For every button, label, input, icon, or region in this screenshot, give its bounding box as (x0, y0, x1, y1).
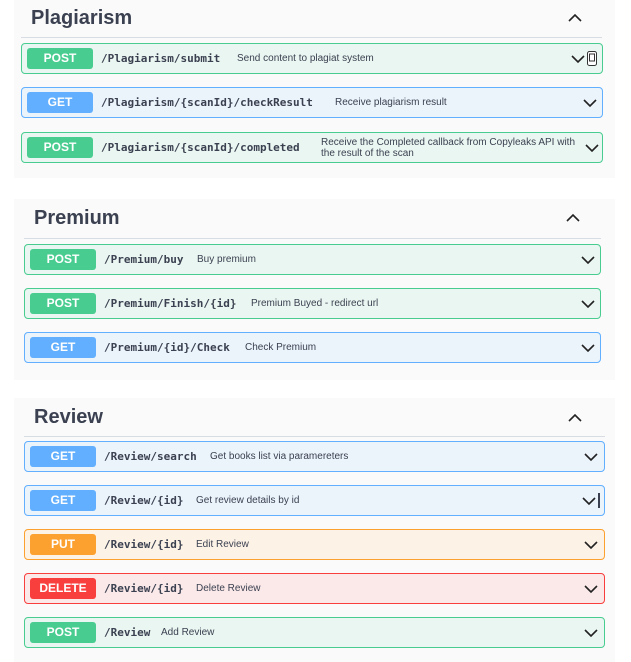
chevron-up-icon[interactable] (565, 213, 581, 223)
operation-row[interactable]: POST /Review Add Review (24, 617, 605, 648)
chevron-down-icon[interactable] (584, 585, 598, 594)
operation-summary: Get books list via paramereters (210, 451, 349, 462)
method-badge: POST (27, 48, 93, 69)
text-cursor (598, 493, 600, 508)
operation-path: /Review/search (104, 450, 197, 463)
chevron-down-icon[interactable] (582, 497, 596, 506)
operation-row[interactable]: POST /Premium/Finish/{id} Premium Buyed … (24, 288, 601, 319)
operation-path: /Plagiarism/{scanId}/checkResult (101, 96, 313, 109)
operation-summary: Get review details by id (196, 495, 300, 506)
chevron-down-icon[interactable] (584, 541, 598, 550)
chevron-down-icon[interactable] (584, 629, 598, 638)
chevron-up-icon[interactable] (567, 13, 583, 23)
section-title[interactable]: Premium (34, 207, 120, 230)
operation-row[interactable]: PUT /Review/{id} Edit Review (24, 529, 605, 560)
section-premium: Premium POST /Premium/buy Buy premium PO… (14, 199, 615, 380)
operation-path: /Premium/buy (104, 253, 184, 266)
operation-summary: Send content to plagiat system (237, 53, 374, 64)
method-badge: DELETE (30, 578, 96, 599)
operation-summary: Receive the Completed callback from Copy… (321, 137, 576, 159)
chevron-down-icon[interactable] (585, 144, 599, 153)
chevron-down-icon[interactable] (584, 453, 598, 462)
section-title[interactable]: Review (34, 406, 103, 429)
operation-row[interactable]: GET /Review/search Get books list via pa… (24, 441, 605, 472)
method-badge: POST (30, 293, 96, 314)
operation-summary: Add Review (161, 627, 215, 638)
section-title[interactable]: Plagiarism (31, 7, 132, 30)
section-divider (24, 238, 601, 239)
chevron-down-icon[interactable] (581, 344, 595, 353)
operation-summary: Premium Buyed - redirect url (251, 298, 379, 309)
operation-row[interactable]: GET /Review/{id} Get review details by i… (24, 485, 605, 516)
method-badge: GET (30, 490, 96, 511)
operation-path: /Plagiarism/{scanId}/completed (101, 141, 300, 154)
section-divider (21, 37, 602, 38)
chevron-down-icon[interactable] (571, 55, 585, 64)
operation-summary: Buy premium (197, 254, 256, 265)
operation-row[interactable]: POST /Plagiarism/submit Send content to … (21, 43, 603, 74)
section-divider (24, 436, 605, 437)
operation-row[interactable]: GET /Premium/{id}/Check Check Premium (24, 332, 601, 363)
operation-path: /Review/{id} (104, 494, 184, 507)
chevron-down-icon[interactable] (581, 300, 595, 309)
operation-summary: Edit Review (196, 539, 249, 550)
chevron-down-icon[interactable] (581, 256, 595, 265)
operation-path: /Review/{id} (104, 582, 184, 595)
operation-row[interactable]: DELETE /Review/{id} Delete Review (24, 573, 605, 604)
operation-path: /Premium/{id}/Check (104, 341, 230, 354)
operation-path: /Premium/Finish/{id} (104, 297, 237, 310)
section-plagiarism: Plagiarism POST /Plagiarism/submit Send … (14, 0, 615, 178)
method-badge: GET (30, 337, 96, 358)
operation-path: /Plagiarism/submit (101, 52, 221, 65)
operation-path: /Review/{id} (104, 538, 184, 551)
method-badge: GET (27, 92, 93, 113)
operation-summary: Receive plagiarism result (335, 97, 447, 108)
section-review: Review GET /Review/search Get books list… (14, 398, 615, 662)
method-badge: POST (30, 622, 96, 643)
operation-summary: Delete Review (196, 583, 261, 594)
chevron-down-icon[interactable] (583, 99, 597, 108)
chevron-up-icon[interactable] (567, 413, 583, 423)
method-badge: PUT (30, 534, 96, 555)
copy-icon[interactable] (587, 51, 597, 66)
method-badge: POST (27, 137, 93, 158)
operation-row[interactable]: POST /Premium/buy Buy premium (24, 244, 601, 275)
method-badge: POST (30, 249, 96, 270)
operation-row[interactable]: POST /Plagiarism/{scanId}/completed Rece… (21, 132, 603, 163)
operation-row[interactable]: GET /Plagiarism/{scanId}/checkResult Rec… (21, 87, 603, 118)
operation-summary: Check Premium (245, 342, 317, 353)
operation-path: /Review (104, 626, 151, 639)
method-badge: GET (30, 446, 96, 467)
